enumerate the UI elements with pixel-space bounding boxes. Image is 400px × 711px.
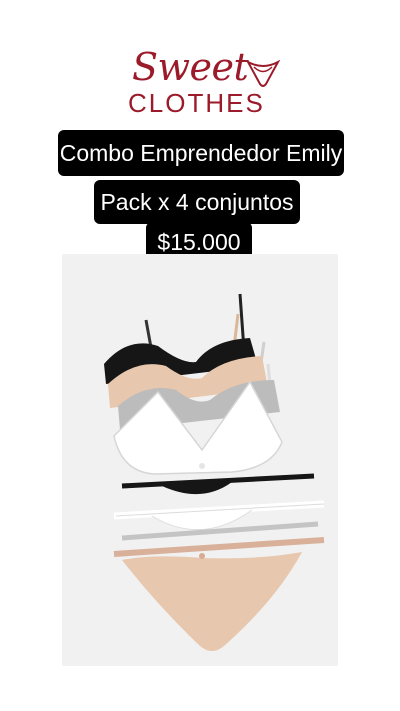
nude-thong (113, 537, 325, 651)
combo-title: Combo Emprendedor Emily (58, 130, 344, 176)
brand-logo-script: Sweet (132, 45, 249, 89)
pack-label: Pack x 4 conjuntos (94, 180, 300, 224)
brand-logo-sub: CLOTHES (128, 88, 265, 118)
lingerie-sets-illustration (104, 293, 325, 651)
product-photo (62, 254, 338, 666)
black-bottom (121, 473, 315, 495)
brand-logo: Sweet CLOTHES (0, 44, 400, 124)
lingerie-icon (246, 60, 280, 87)
